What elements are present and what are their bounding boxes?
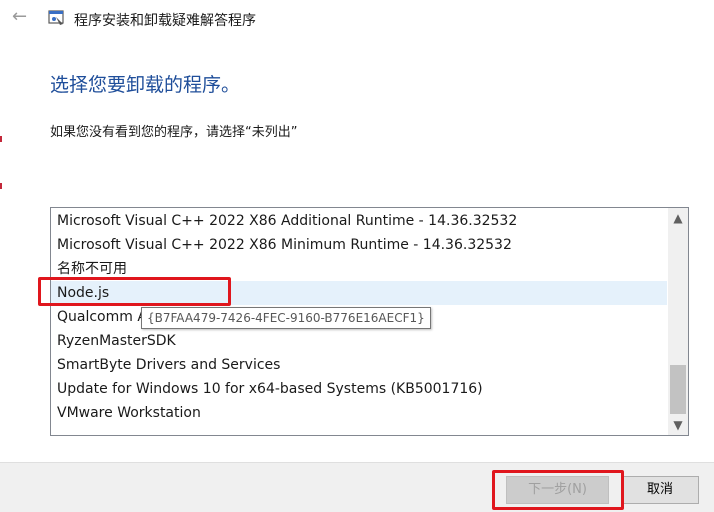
list-item[interactable]: SmartByte Drivers and Services: [51, 353, 667, 377]
page-heading: 选择您要卸载的程序。: [50, 74, 241, 96]
page-description: 如果您没有看到您的程序，请选择“未列出”: [50, 125, 298, 140]
scroll-down-icon[interactable]: ▼: [668, 415, 688, 435]
list-item[interactable]: Microsoft Visual C++ 2022 X86 Minimum Ru…: [51, 233, 667, 257]
highlight-box-next-button: [492, 470, 624, 510]
scrollbar-thumb[interactable]: [670, 365, 686, 414]
scroll-up-icon[interactable]: ▲: [668, 208, 688, 228]
list-item[interactable]: VMware Workstation: [51, 401, 667, 425]
list-item[interactable]: Microsoft Visual C++ 2022 X86 Additional…: [51, 209, 667, 233]
highlight-box-selected-program: [38, 277, 231, 306]
product-code-tooltip: {B7FAA479-7426-4FEC-9160-B776E16AECF1}: [141, 307, 431, 329]
window-edge-mark: [0, 183, 2, 189]
window-edge-mark: [0, 136, 2, 142]
title-bar: ← 程序安装和卸载疑难解答程序: [0, 0, 714, 40]
troubleshooter-icon: [48, 10, 64, 25]
cancel-button[interactable]: 取消: [621, 476, 699, 504]
list-item[interactable]: Update for Windows 10 for x64-based Syst…: [51, 377, 667, 401]
back-arrow-icon[interactable]: ←: [12, 7, 32, 27]
vertical-scrollbar[interactable]: ▲ ▼: [668, 208, 688, 435]
list-item[interactable]: RyzenMasterSDK: [51, 329, 667, 353]
window-title: 程序安装和卸载疑难解答程序: [74, 13, 256, 29]
